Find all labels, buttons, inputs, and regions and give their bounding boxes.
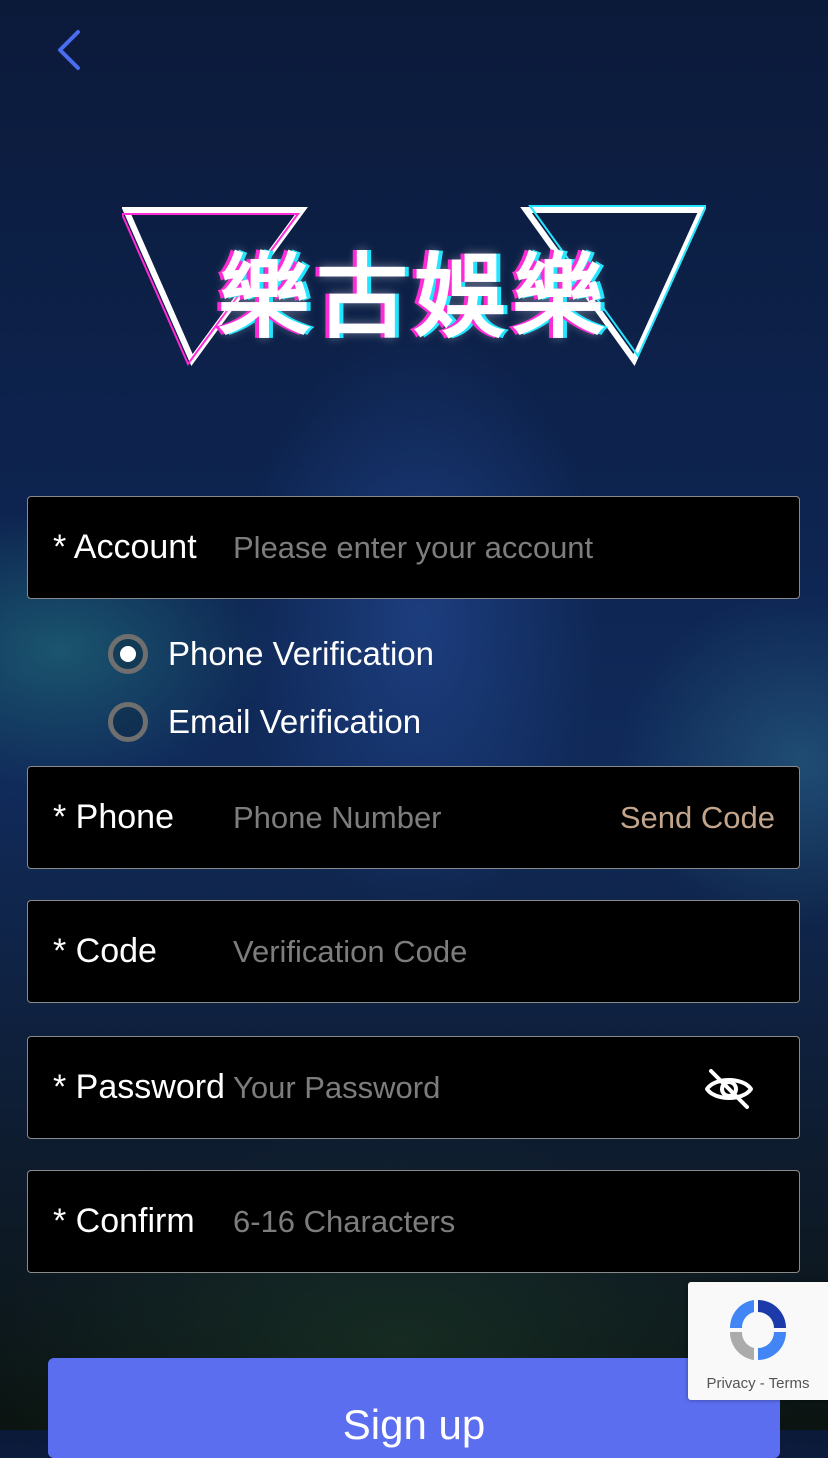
code-label: * Code [53,932,157,970]
radio-selected-icon [108,634,148,674]
radio-unselected-icon [108,702,148,742]
confirm-label: * Confirm [53,1202,195,1240]
email-verification-label: Email Verification [168,703,422,740]
phone-verification-label: Phone Verification [168,635,435,672]
logo-text: 樂古娛樂 [217,243,610,351]
recaptcha-badge[interactable]: Privacy - Terms [688,1282,828,1400]
password-label: * Password [53,1068,225,1106]
confirm-input[interactable] [233,1171,673,1272]
back-button[interactable] [52,28,92,72]
brand-logo: 樂古娛樂 [122,200,706,378]
confirm-field: * Confirm [27,1170,800,1273]
password-input[interactable] [233,1037,653,1138]
send-code-button[interactable]: Send Code [620,767,775,868]
email-verification-radio[interactable]: Email Verification [108,698,421,746]
code-input[interactable] [233,901,673,1002]
code-field: * Code [27,900,800,1003]
phone-field: * Phone Send Code [27,766,800,869]
phone-label: * Phone [53,798,174,836]
recaptcha-icon [729,1300,786,1360]
phone-verification-radio[interactable]: Phone Verification [108,630,434,678]
eye-off-icon[interactable] [703,1065,755,1113]
phone-input[interactable] [233,767,613,868]
password-field: * Password [27,1036,800,1139]
sign-up-button[interactable]: Sign up [48,1358,780,1458]
account-input[interactable] [233,497,673,598]
chevron-left-icon [58,30,80,70]
account-label: * Account [53,528,197,566]
account-field: * Account [27,496,800,599]
recaptcha-links[interactable]: Privacy - Terms [688,1375,828,1392]
